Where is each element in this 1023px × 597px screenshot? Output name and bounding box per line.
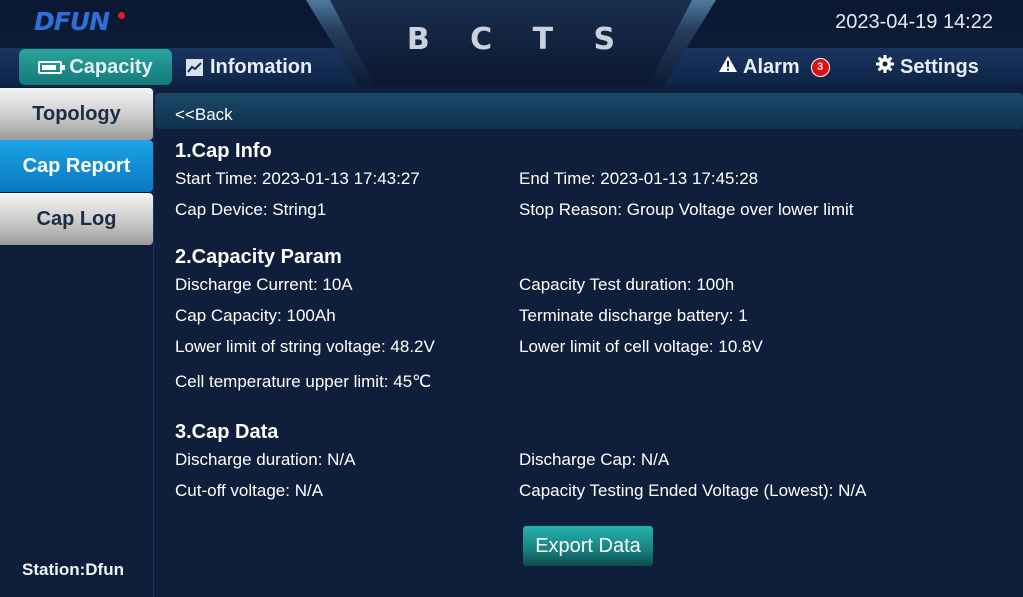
warning-icon [718, 55, 738, 79]
cap-device: Cap Device: String1 [175, 200, 327, 219]
ended-voltage: Capacity Testing Ended Voltage (Lowest):… [519, 481, 867, 500]
tab-alarm[interactable]: Alarm 3 [718, 49, 830, 85]
section-cap-info-title: 1.Cap Info [175, 140, 272, 162]
stop-reason: Stop Reason: Group Voltage over lower li… [519, 200, 854, 219]
tab-settings-label: Settings [900, 55, 979, 78]
back-bar: <<Back [155, 93, 1023, 129]
export-data-button[interactable]: Export Data [523, 526, 653, 566]
tab-information-label: Infomation [210, 55, 313, 78]
sidebar-item-topology[interactable]: Topology [0, 88, 153, 140]
section-cap-data-title: 3.Cap Data [175, 421, 279, 443]
alarm-count-badge: 3 [810, 57, 830, 77]
back-link[interactable]: <<Back [175, 105, 233, 125]
cap-capacity: Cap Capacity: 100Ah [175, 306, 336, 325]
tab-capacity[interactable]: Capacity [19, 49, 172, 85]
station-label: Station:Dfun [22, 560, 124, 579]
lower-limit-cell-voltage: Lower limit of cell voltage: 10.8V [519, 337, 763, 356]
terminate-discharge-battery: Terminate discharge battery: 1 [519, 306, 748, 325]
lower-limit-string-voltage: Lower limit of string voltage: 48.2V [175, 337, 435, 356]
app-title: B C T S [406, 22, 631, 57]
end-time: End Time: 2023-01-13 17:45:28 [519, 169, 759, 188]
cell-temperature-upper-limit: Cell temperature upper limit: 45℃ [175, 372, 432, 391]
discharge-cap: Discharge Cap: N/A [519, 450, 670, 469]
discharge-current: Discharge Current: 10A [175, 275, 353, 294]
sidebar-item-cap-report[interactable]: Cap Report [0, 140, 153, 192]
gear-icon [876, 55, 894, 79]
battery-icon [38, 60, 66, 74]
datetime: 2023-04-19 14:22 [835, 11, 993, 33]
logo: DFUN [34, 7, 110, 36]
sidebar-item-cap-log[interactable]: Cap Log [0, 193, 153, 245]
tab-capacity-label: Capacity [69, 55, 153, 78]
discharge-duration: Discharge duration: N/A [175, 450, 356, 469]
sidebar: Topology Cap Report Cap Log Station:Dfun [0, 87, 154, 597]
section-capacity-param-title: 2.Capacity Param [175, 246, 342, 268]
cutoff-voltage: Cut-off voltage: N/A [175, 481, 324, 500]
header: B C T S DFUN 2023-04-19 14:22 Capacity I… [0, 0, 1023, 87]
start-time: Start Time: 2023-01-13 17:43:27 [175, 169, 420, 188]
logo-dot [118, 12, 125, 19]
chart-icon [186, 58, 203, 76]
tab-information[interactable]: Infomation [186, 49, 312, 85]
tab-alarm-label: Alarm [743, 55, 800, 78]
capacity-test-duration: Capacity Test duration: 100h [519, 275, 735, 294]
main-panel: <<Back 1.Cap Info Start Time: 2023-01-13… [155, 87, 1023, 597]
tab-settings[interactable]: Settings [876, 49, 979, 85]
